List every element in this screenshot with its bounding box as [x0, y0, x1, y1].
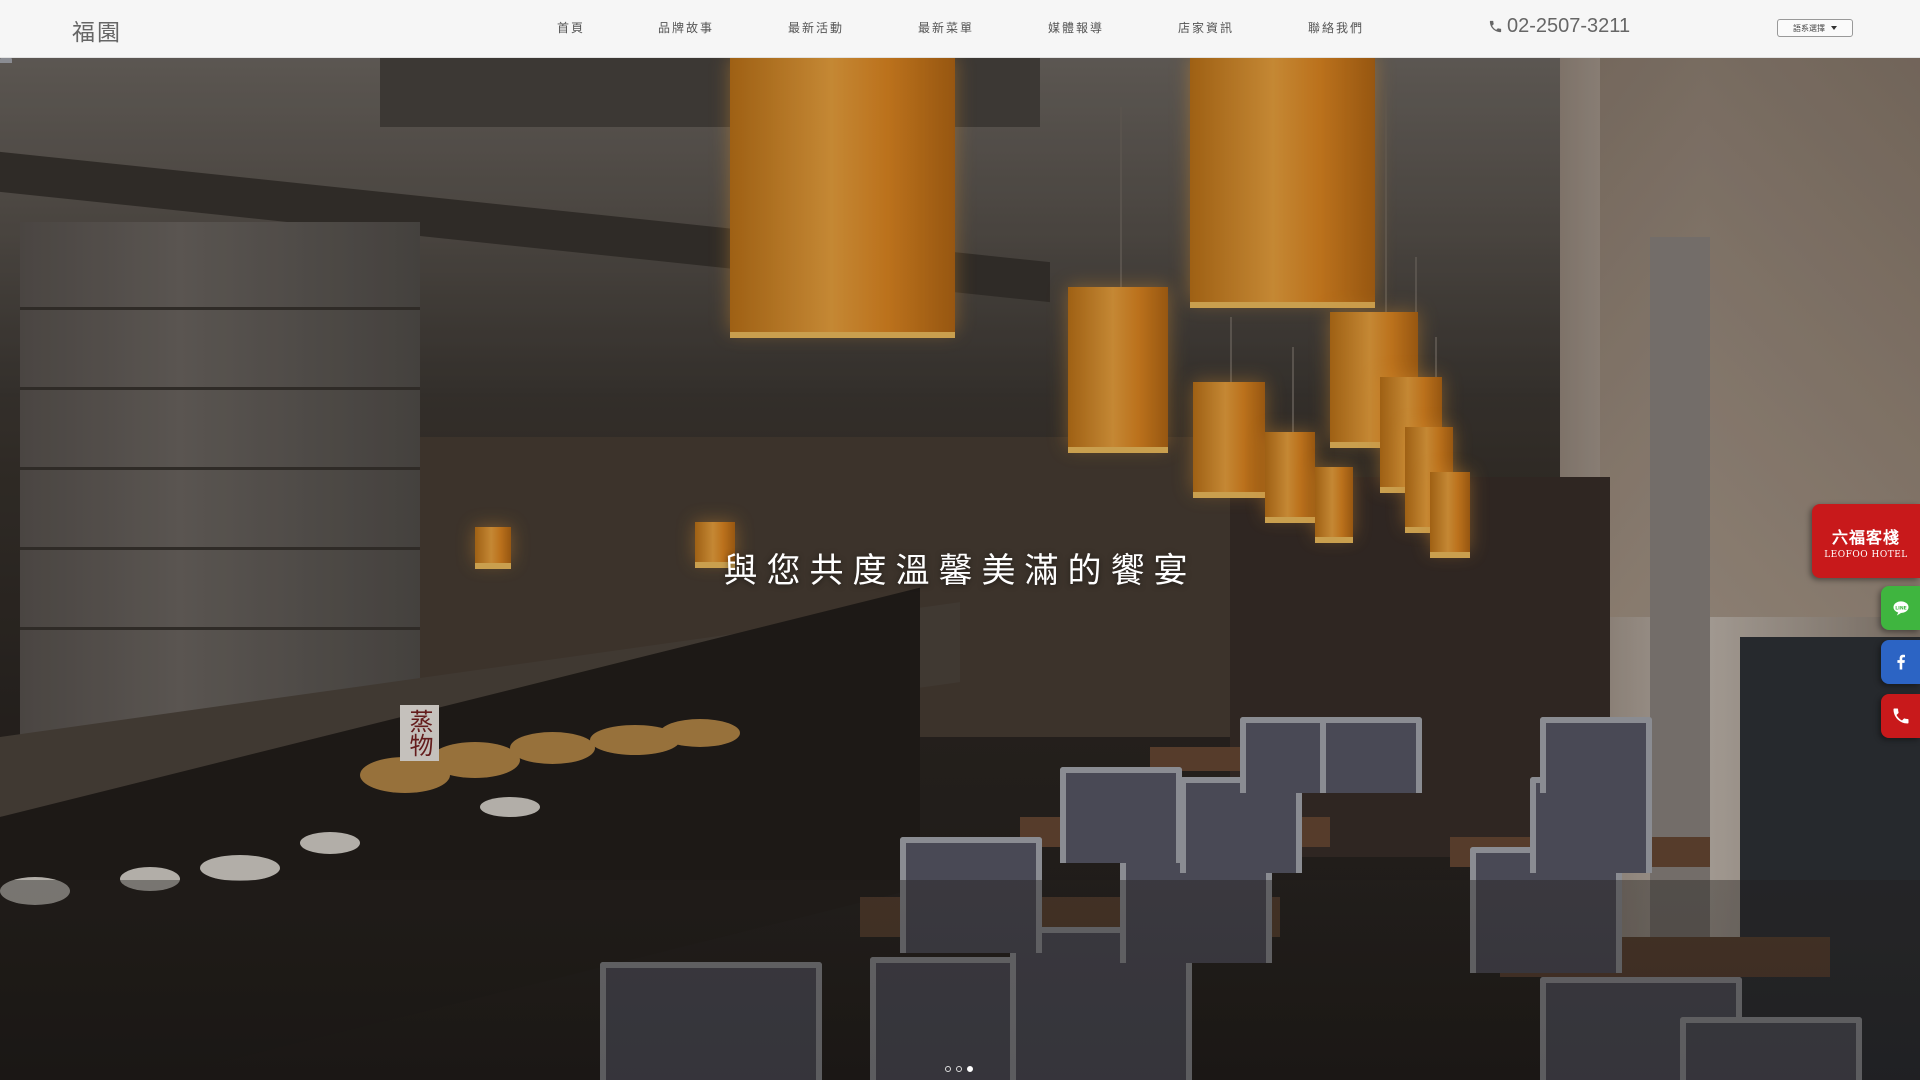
hotel-name-zh: 六福客棧	[1831, 528, 1900, 547]
line-button[interactable]: LINE	[1881, 586, 1920, 630]
nav-item-menu[interactable]: 最新菜單	[918, 19, 974, 36]
language-select-label: 語系選擇	[1793, 23, 1825, 33]
slide-pagination	[945, 1066, 973, 1072]
hero-tagline: 與您共度溫馨美滿的饗宴	[723, 551, 1197, 591]
phone-number: 02-2507-3211	[1507, 15, 1631, 37]
hero-slideshow: 蒸物 與您共度溫馨美滿的饗宴	[0, 57, 1920, 1080]
leofoo-hotel-link[interactable]: 六福客棧 LEOFOO HOTEL	[1812, 504, 1920, 578]
nav-item-brand-story[interactable]: 品牌故事	[658, 19, 714, 36]
svg-text:LINE: LINE	[1895, 605, 1907, 611]
language-select[interactable]: 語系選擇	[1777, 19, 1853, 37]
nav-item-media[interactable]: 媒體報導	[1048, 19, 1104, 36]
nav-item-home[interactable]: 首頁	[557, 19, 585, 36]
site-logo[interactable]: 福園	[72, 13, 122, 47]
nav-item-store-info[interactable]: 店家資訊	[1178, 19, 1234, 36]
header-phone[interactable]: 02-2507-3211	[1488, 15, 1630, 38]
nav-item-events[interactable]: 最新活動	[788, 19, 844, 36]
facebook-button[interactable]	[1881, 640, 1920, 684]
nav-item-contact[interactable]: 聯絡我們	[1308, 19, 1364, 36]
slide-dot-1[interactable]	[945, 1066, 951, 1072]
slide-dot-3[interactable]	[967, 1066, 973, 1072]
chevron-down-icon	[1831, 26, 1837, 30]
phone-icon	[1893, 708, 1908, 724]
site-header: 福園 首頁 品牌故事 最新活動 最新菜單 媒體報導 店家資訊 聯絡我們 02-2…	[0, 0, 1920, 58]
facebook-icon	[1896, 654, 1905, 670]
phone-icon	[1489, 20, 1502, 33]
line-icon: LINE	[1893, 601, 1908, 616]
hotel-name-en: LEOFOO HOTEL	[1824, 550, 1908, 560]
slide-dot-2[interactable]	[956, 1066, 962, 1072]
call-button[interactable]	[1881, 694, 1920, 738]
